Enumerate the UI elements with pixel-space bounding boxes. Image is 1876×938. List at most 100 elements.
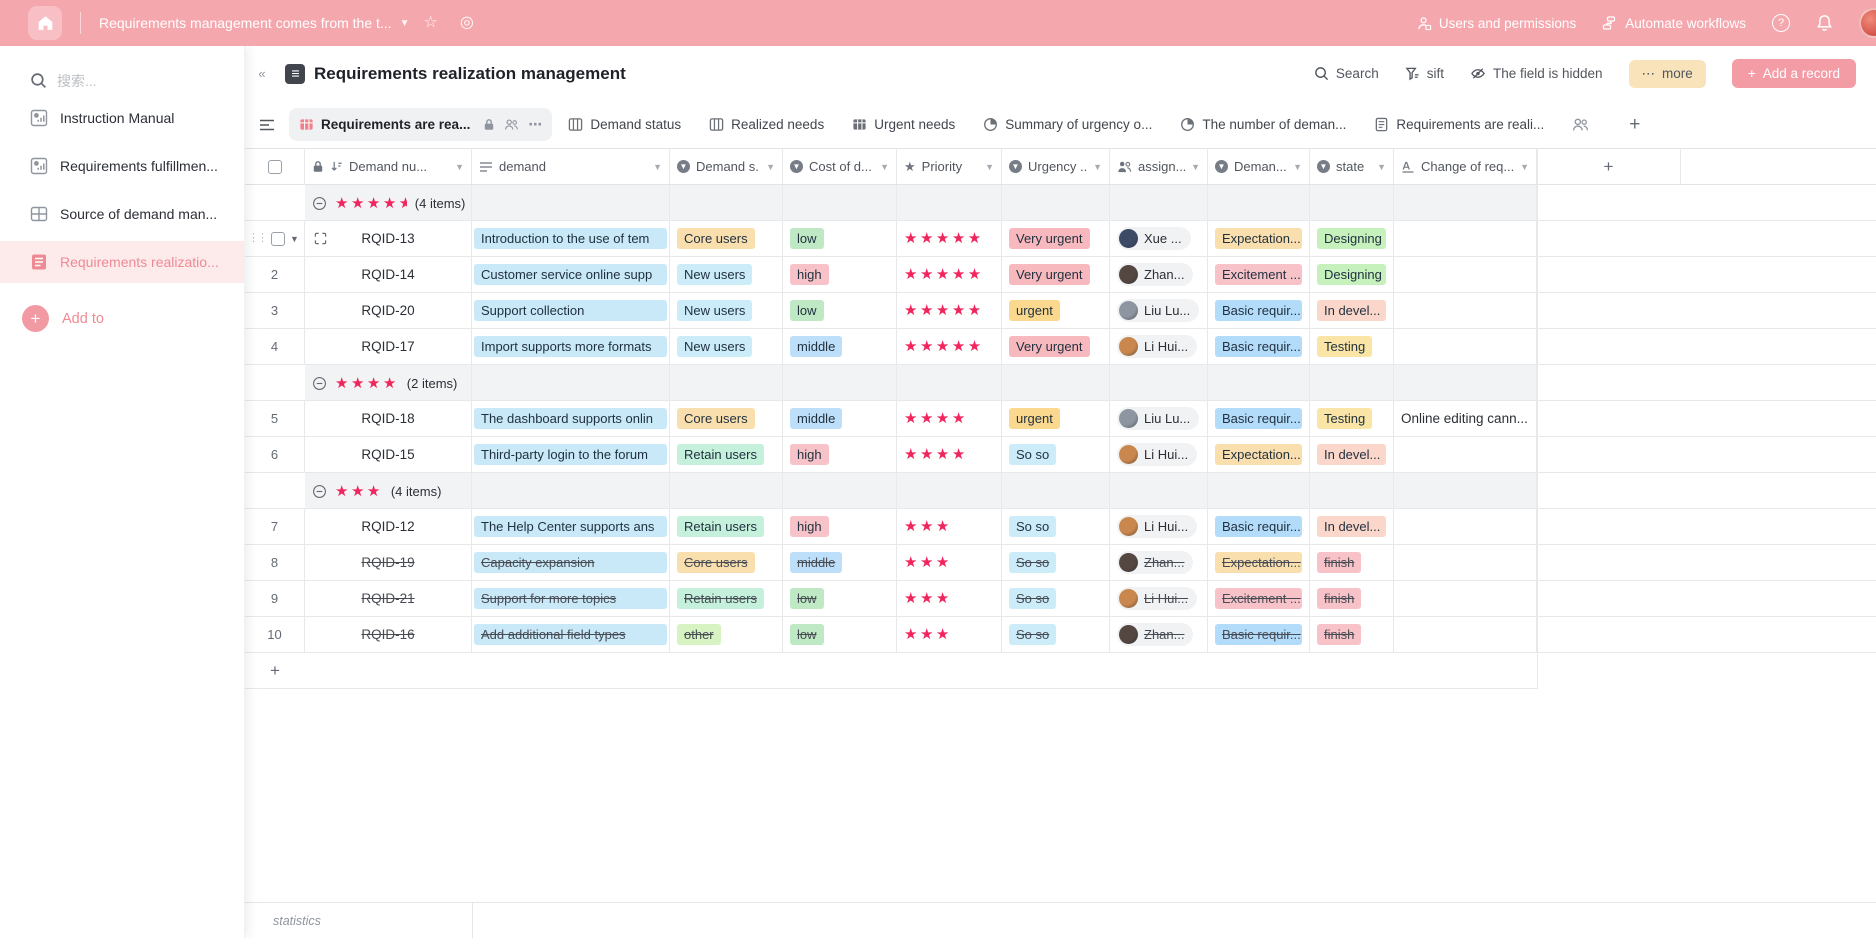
cell-state[interactable]: In devel...	[1310, 437, 1394, 472]
group-collapse-icon[interactable]	[312, 376, 327, 391]
cell-priority[interactable]: ★★★★	[897, 437, 1002, 472]
sidebar-item-1[interactable]: Requirements fulfillmen...	[0, 145, 244, 187]
cell-assignee[interactable]: Liu Lu...	[1110, 401, 1208, 436]
column-caret-icon[interactable]: ▼	[1377, 162, 1386, 172]
cell-cost[interactable]: high	[783, 437, 897, 472]
cell-urgency[interactable]: So so	[1002, 617, 1110, 652]
column-header-9[interactable]: Change of req... ▼	[1394, 149, 1537, 184]
cell-demand-source-seg[interactable]: Core users	[670, 221, 783, 256]
column-header-2[interactable]: ▼Demand s... ▼	[670, 149, 783, 184]
collaborators-icon[interactable]	[1572, 117, 1589, 132]
cell-change-request[interactable]	[1394, 221, 1537, 256]
cell-assignee[interactable]: Li Hui...	[1110, 581, 1208, 616]
cell-urgency[interactable]: So so	[1002, 581, 1110, 616]
sidebar-search[interactable]	[30, 72, 244, 89]
cell-change-request[interactable]	[1394, 329, 1537, 364]
row-gutter[interactable]: 3	[245, 293, 305, 328]
row-caret-icon[interactable]: ▼	[290, 234, 299, 244]
cell-demand[interactable]: Support collection	[472, 293, 670, 328]
cell-assignee[interactable]: Li Hui...	[1110, 437, 1208, 472]
cell-demand-type[interactable]: Excitement ...	[1208, 581, 1310, 616]
cell-demand-number[interactable]: RQID-12	[305, 509, 472, 544]
cell-demand-number[interactable]: RQID-15	[305, 437, 472, 472]
cell-assignee[interactable]: Xue ...	[1110, 221, 1208, 256]
cell-state[interactable]: finish	[1310, 545, 1394, 580]
cell-demand-type[interactable]: Basic requir...	[1208, 329, 1310, 364]
workspace-title[interactable]: Requirements management comes from the t…	[99, 15, 392, 31]
add-row[interactable]: +	[245, 653, 1537, 689]
row-gutter[interactable]: 4	[245, 329, 305, 364]
cell-demand-source-seg[interactable]: other	[670, 617, 783, 652]
cell-demand[interactable]: Support for more topics	[472, 581, 670, 616]
statistics-label[interactable]: statistics	[273, 914, 321, 928]
cell-assignee[interactable]: Zhan...	[1110, 617, 1208, 652]
cell-priority[interactable]: ★★★★★	[897, 293, 1002, 328]
cell-demand[interactable]: Capacity expansion	[472, 545, 670, 580]
cell-state[interactable]: Designing	[1310, 257, 1394, 292]
column-header-8[interactable]: ▼state ▼	[1310, 149, 1394, 184]
sidebar-search-input[interactable]	[57, 73, 207, 89]
hidden-fields-button[interactable]: The field is hidden	[1470, 66, 1603, 81]
cell-change-request[interactable]	[1394, 437, 1537, 472]
cell-cost[interactable]: middle	[783, 329, 897, 364]
cell-urgency[interactable]: urgent	[1002, 401, 1110, 436]
column-caret-icon[interactable]: ▼	[1520, 162, 1529, 172]
column-header-0[interactable]: Demand nu... ▼	[305, 149, 472, 184]
cell-demand-source-seg[interactable]: Retain users	[670, 581, 783, 616]
cell-cost[interactable]: low	[783, 293, 897, 328]
cell-cost[interactable]: low	[783, 221, 897, 256]
cell-priority[interactable]: ★★★	[897, 581, 1002, 616]
column-caret-icon[interactable]: ▼	[766, 162, 775, 172]
automate-workflows-button[interactable]: Automate workflows	[1602, 16, 1746, 31]
cell-urgency[interactable]: Very urgent	[1002, 221, 1110, 256]
cell-demand-source-seg[interactable]: Core users	[670, 545, 783, 580]
column-caret-icon[interactable]: ▼	[1191, 162, 1200, 172]
workspace-title-caret-icon[interactable]: ▼	[400, 18, 410, 29]
cell-demand-number[interactable]: RQID-16	[305, 617, 472, 652]
column-caret-icon[interactable]: ▼	[653, 162, 662, 172]
cell-demand-type[interactable]: Excitement ...	[1208, 257, 1310, 292]
home-button[interactable]	[28, 6, 62, 40]
column-caret-icon[interactable]: ▼	[455, 162, 464, 172]
row-gutter[interactable]: 10	[245, 617, 305, 652]
cell-cost[interactable]: high	[783, 257, 897, 292]
cell-demand-number[interactable]: RQID-19	[305, 545, 472, 580]
cell-urgency[interactable]: So so	[1002, 437, 1110, 472]
column-header-1[interactable]: demand ▼	[472, 149, 670, 184]
cell-assignee[interactable]: Li Hui...	[1110, 329, 1208, 364]
cell-demand-number[interactable]: RQID-20	[305, 293, 472, 328]
cell-demand-type[interactable]: Basic requir...	[1208, 509, 1310, 544]
more-button[interactable]: ⋯ more	[1629, 60, 1706, 88]
add-view-button[interactable]: +	[1629, 114, 1640, 136]
row-gutter[interactable]: 9	[245, 581, 305, 616]
view-tab-6[interactable]: Requirements are reali...	[1362, 108, 1556, 141]
user-avatar[interactable]	[1859, 8, 1876, 38]
cell-priority[interactable]: ★★★	[897, 617, 1002, 652]
cell-demand-type[interactable]: Expectation...	[1208, 437, 1310, 472]
cell-change-request[interactable]	[1394, 293, 1537, 328]
cell-change-request[interactable]	[1394, 617, 1537, 652]
cell-demand-type[interactable]: Basic requir...	[1208, 617, 1310, 652]
cell-demand-number[interactable]: RQID-13	[305, 221, 472, 256]
cell-change-request[interactable]	[1394, 581, 1537, 616]
cell-demand[interactable]: Import supports more formats	[472, 329, 670, 364]
row-gutter[interactable]: 6	[245, 437, 305, 472]
view-tab-3[interactable]: Urgent needs	[840, 108, 967, 141]
sidebar-item-3[interactable]: Requirements realizatio...	[0, 241, 244, 283]
badge-icon[interactable]: ◎	[460, 15, 474, 31]
cell-cost[interactable]: middle	[783, 545, 897, 580]
cell-priority[interactable]: ★★★★	[897, 401, 1002, 436]
cell-assignee[interactable]: Liu Lu...	[1110, 293, 1208, 328]
cell-state[interactable]: Testing	[1310, 329, 1394, 364]
column-header-4[interactable]: ★Priority ▼	[897, 149, 1002, 184]
cell-urgency[interactable]: So so	[1002, 509, 1110, 544]
row-gutter[interactable]: 5	[245, 401, 305, 436]
view-tab-5[interactable]: The number of deman...	[1168, 108, 1358, 141]
cell-demand-number[interactable]: RQID-21	[305, 581, 472, 616]
cell-urgency[interactable]: Very urgent	[1002, 329, 1110, 364]
cell-change-request[interactable]: Online editing cann...	[1394, 401, 1537, 436]
cell-demand-type[interactable]: Basic requir...	[1208, 293, 1310, 328]
cell-demand-source-seg[interactable]: New users	[670, 257, 783, 292]
view-tab-0[interactable]: Requirements are rea... ⋯	[289, 108, 552, 141]
cell-priority[interactable]: ★★★	[897, 545, 1002, 580]
